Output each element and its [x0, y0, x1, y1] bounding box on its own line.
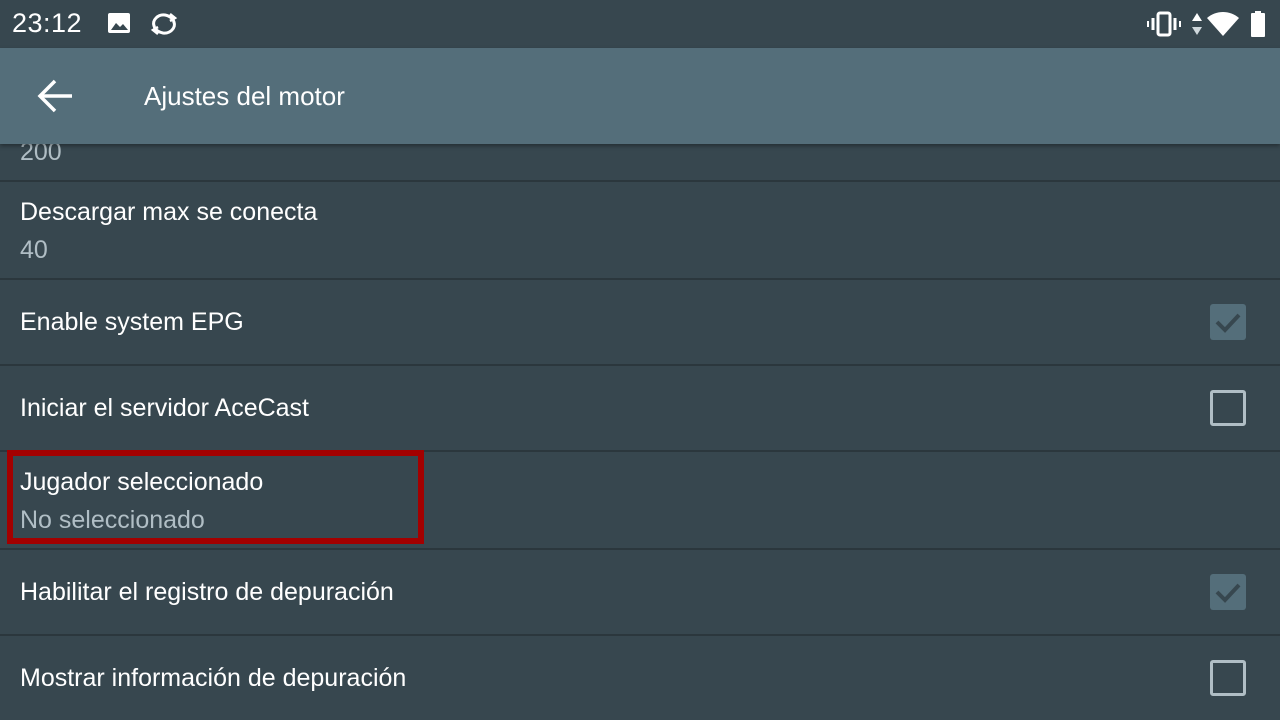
setting-row-selected-player[interactable]: Jugador seleccionado No seleccionado — [0, 452, 1280, 550]
setting-row-acecast-server[interactable]: Iniciar el servidor AceCast — [0, 366, 1280, 452]
setting-title: Jugador seleccionado — [20, 468, 264, 496]
setting-row-debug-log[interactable]: Habilitar el registro de depuración — [0, 550, 1280, 636]
app-bar: Ajustes del motor — [0, 48, 1280, 144]
data-arrows-icon — [1192, 13, 1202, 35]
setting-title: Mostrar información de depuración — [20, 664, 407, 692]
settings-list: 200 Descargar max se conecta 40 Enable s… — [0, 144, 1280, 720]
sync-icon — [150, 13, 178, 35]
acecast-server-checkbox[interactable] — [1210, 390, 1246, 426]
battery-icon — [1251, 11, 1265, 37]
debug-info-checkbox[interactable] — [1210, 660, 1246, 696]
setting-title: Descargar max se conecta — [20, 198, 318, 226]
checkmark-icon — [1215, 313, 1241, 333]
setting-title: Enable system EPG — [20, 308, 244, 336]
back-button[interactable] — [28, 68, 84, 124]
setting-title: Habilitar el registro de depuración — [20, 578, 394, 606]
setting-summary: 200 — [20, 144, 62, 166]
setting-row-max-connections[interactable]: Descargar max se conecta 40 — [0, 182, 1280, 280]
setting-summary: 40 — [20, 236, 48, 264]
page-title: Ajustes del motor — [144, 81, 345, 111]
status-bar: 23:12 — [0, 0, 1280, 48]
setting-summary: No seleccionado — [20, 506, 205, 534]
setting-title: Iniciar el servidor AceCast — [20, 394, 310, 422]
wifi-icon — [1207, 12, 1239, 36]
arrow-back-icon — [37, 79, 72, 113]
image-icon — [108, 13, 130, 33]
vibrate-icon — [1147, 11, 1181, 37]
checkmark-icon — [1215, 583, 1241, 603]
status-time: 23:12 — [12, 8, 83, 38]
system-epg-checkbox[interactable] — [1210, 304, 1246, 340]
setting-row-partial[interactable]: 200 — [0, 144, 1280, 182]
setting-row-debug-info[interactable]: Mostrar información de depuración — [0, 636, 1280, 720]
setting-row-system-epg[interactable]: Enable system EPG — [0, 280, 1280, 366]
debug-log-checkbox[interactable] — [1210, 574, 1246, 610]
